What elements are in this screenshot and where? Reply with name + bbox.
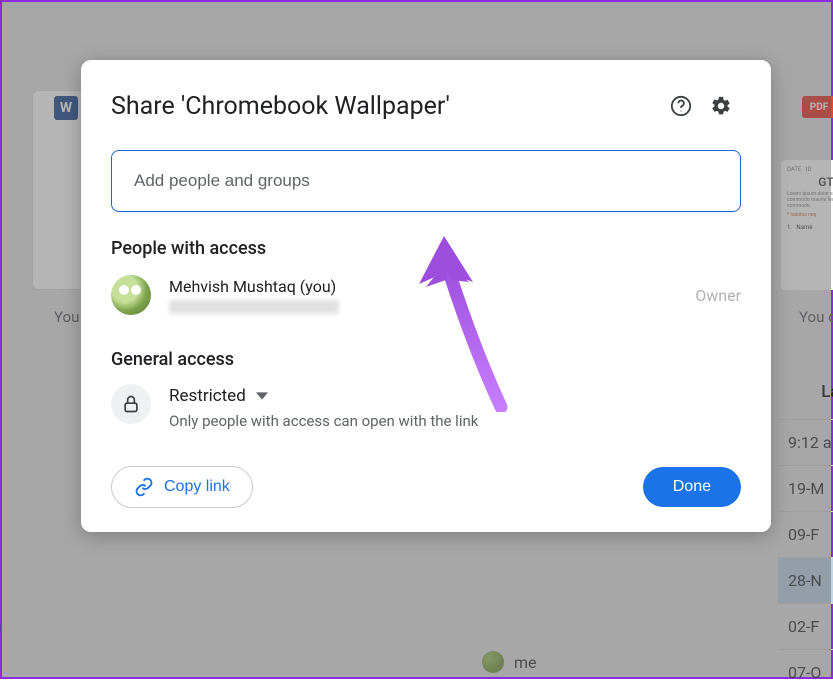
done-button[interactable]: Done <box>643 467 741 507</box>
lock-icon-circle <box>111 384 151 424</box>
help-button[interactable] <box>661 86 701 126</box>
lock-icon <box>121 394 141 414</box>
person-row: Mehvish Mushtaq (you) Owner <box>111 275 741 315</box>
access-level-dropdown[interactable]: Restricted <box>169 384 478 408</box>
link-icon <box>134 477 154 497</box>
people-with-access-heading: People with access <box>111 238 741 259</box>
gear-icon <box>710 95 732 117</box>
copy-link-label: Copy link <box>164 478 230 496</box>
help-icon <box>670 95 692 117</box>
avatar <box>111 275 151 315</box>
access-level-label: Restricted <box>169 386 246 406</box>
copy-link-button[interactable]: Copy link <box>111 466 253 508</box>
person-name: Mehvish Mushtaq (you) <box>169 277 677 296</box>
general-access-heading: General access <box>111 349 741 370</box>
settings-button[interactable] <box>701 86 741 126</box>
person-role: Owner <box>695 286 741 305</box>
share-dialog: Share 'Chromebook Wallpaper' People with… <box>81 60 771 532</box>
add-people-input[interactable] <box>111 150 741 212</box>
dialog-title: Share 'Chromebook Wallpaper' <box>111 92 661 121</box>
person-email-blurred <box>169 300 339 314</box>
access-note: Only people with access can open with th… <box>169 412 478 430</box>
caret-down-icon <box>256 390 268 402</box>
